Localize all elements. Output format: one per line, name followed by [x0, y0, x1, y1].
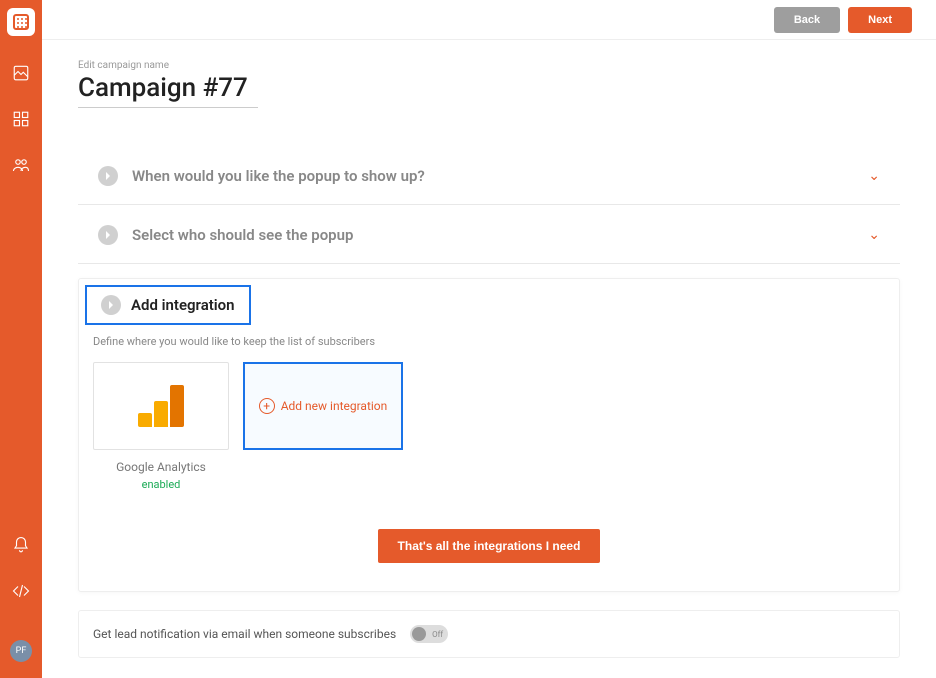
avatar[interactable]: PF: [10, 640, 32, 662]
add-integration-label: Add new integration: [281, 399, 388, 413]
bell-icon[interactable]: [12, 536, 30, 554]
back-button[interactable]: Back: [774, 7, 840, 33]
confirm-integrations-button[interactable]: That's all the integrations I need: [378, 529, 601, 563]
chevron-down-icon: ⌄: [868, 227, 880, 243]
edit-campaign-label: Edit campaign name: [78, 60, 900, 71]
integration-subtext: Define where you would like to keep the …: [79, 325, 899, 362]
arrow-right-icon: [101, 295, 121, 315]
plus-icon: +: [259, 398, 275, 414]
integration-name: Google Analytics: [93, 460, 229, 474]
accordion-who-title: Select who should see the popup: [132, 226, 868, 244]
google-analytics-icon: [138, 385, 184, 427]
integration-google-analytics[interactable]: [93, 362, 229, 450]
code-icon[interactable]: [12, 582, 30, 600]
gallery-icon[interactable]: [12, 64, 30, 82]
sidebar: PF: [0, 0, 42, 678]
integration-heading: Add integration: [85, 285, 251, 325]
grid-icon[interactable]: [12, 110, 30, 128]
toggle-state-label: Off: [432, 630, 443, 639]
chevron-down-icon: ⌄: [868, 168, 880, 184]
notification-text: Get lead notification via email when som…: [93, 627, 396, 641]
add-integration-button[interactable]: + Add new integration: [243, 362, 403, 450]
integration-heading-text: Add integration: [131, 296, 235, 314]
arrow-right-icon: [98, 225, 118, 245]
notification-toggle[interactable]: Off: [410, 625, 448, 643]
main-content: Back Next Edit campaign name Campaign #7…: [42, 0, 936, 678]
notification-row: Get lead notification via email when som…: [78, 610, 900, 658]
campaign-title-input[interactable]: Campaign #77: [78, 73, 258, 108]
users-icon[interactable]: [12, 156, 30, 174]
arrow-right-icon: [98, 166, 118, 186]
accordion-who[interactable]: Select who should see the popup ⌄: [78, 207, 900, 264]
app-logo[interactable]: [7, 8, 35, 36]
accordion-when[interactable]: When would you like the popup to show up…: [78, 148, 900, 205]
accordion-when-title: When would you like the popup to show up…: [132, 167, 868, 185]
topbar: Back Next: [42, 0, 936, 40]
integration-status: enabled: [93, 478, 229, 491]
integration-panel: Add integration Define where you would l…: [78, 278, 900, 592]
next-button[interactable]: Next: [848, 7, 912, 33]
